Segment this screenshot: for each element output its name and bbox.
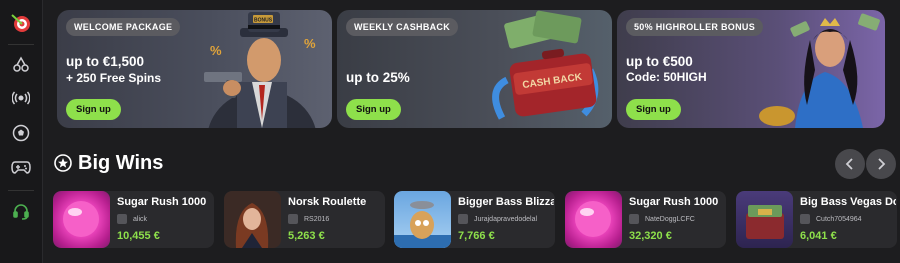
sign-up-button[interactable]: Sign up xyxy=(626,99,681,120)
win-amount: 6,041 € xyxy=(800,230,837,242)
promo-subline: Code: 50HIGH xyxy=(626,70,707,84)
queen-character-illustration xyxy=(759,13,880,128)
big-wins-header: Big Wins xyxy=(54,150,163,176)
game-title: Norsk Roulette xyxy=(288,196,367,208)
section-title: Big Wins xyxy=(78,151,164,174)
winner-name: RS2016 xyxy=(304,215,330,223)
sign-up-button[interactable]: Sign up xyxy=(346,99,401,120)
promo-tag: WELCOME PACKAGE xyxy=(66,18,181,36)
big-win-card[interactable]: Norsk Roulette RS2016 5,263 € xyxy=(224,191,385,248)
winner-row: alick xyxy=(117,213,213,225)
game-title: Sugar Rush 1000 xyxy=(117,196,207,208)
winner-row: RS2016 xyxy=(288,213,384,225)
winner-name: Jurajdapravedodelal xyxy=(474,215,538,223)
big-win-card[interactable]: Sugar Rush 1000 NateDoggLCFC 32,320 € xyxy=(565,191,726,248)
game-thumbnail xyxy=(53,191,110,248)
headset-icon[interactable] xyxy=(9,199,33,223)
game-thumbnail xyxy=(394,191,451,248)
user-icon xyxy=(629,214,639,224)
winner-row: Jurajdapravedodelal xyxy=(458,213,554,225)
user-icon xyxy=(458,214,468,224)
promo-card-welcome[interactable]: WELCOME PACKAGE up to €1,500 + 250 Free … xyxy=(57,10,332,128)
winner-name: NateDoggLCFC xyxy=(645,215,695,223)
promo-card-highroller[interactable]: 50% HIGHROLLER BONUS up to €500 Code: 50… xyxy=(617,10,885,128)
chevron-right-icon xyxy=(878,158,886,170)
sign-up-button[interactable]: Sign up xyxy=(66,99,121,120)
carousel-prev-button[interactable] xyxy=(835,149,865,179)
game-thumbnail xyxy=(224,191,281,248)
gangster-character-illustration: BONUS % % xyxy=(204,12,316,128)
dart-target-icon[interactable] xyxy=(9,11,33,35)
broadcast-icon[interactable] xyxy=(9,86,33,110)
sidebar-divider xyxy=(8,190,34,191)
win-amount: 10,455 € xyxy=(117,230,160,242)
win-amount: 32,320 € xyxy=(629,230,672,242)
big-win-card[interactable]: Big Bass Vegas Do Cutch7054964 6,041 € xyxy=(736,191,897,248)
big-win-card[interactable]: Bigger Bass Blizza Jurajdapravedodelal 7… xyxy=(394,191,555,248)
promo-subline: + 250 Free Spins xyxy=(66,71,162,85)
game-title: Bigger Bass Blizza xyxy=(458,196,554,208)
user-icon xyxy=(117,214,127,224)
promo-card-cashback[interactable]: WEEKLY CASHBACK up to 25% Sign up CASH B… xyxy=(337,10,612,128)
winner-row: Cutch7054964 xyxy=(800,213,896,225)
svg-text:BONUS: BONUS xyxy=(254,18,273,24)
sidebar xyxy=(0,0,43,263)
game-title: Big Bass Vegas Do xyxy=(800,196,896,208)
promo-headline: up to 25% xyxy=(346,70,410,85)
carousel-next-button[interactable] xyxy=(866,149,896,179)
winner-name: alick xyxy=(133,215,148,223)
soccer-ball-icon[interactable] xyxy=(9,121,33,145)
star-badge-icon xyxy=(54,154,72,172)
promo-headline: up to €500 xyxy=(626,54,693,69)
svg-text:%: % xyxy=(210,43,222,58)
winner-name: Cutch7054964 xyxy=(816,215,862,223)
promo-headline: up to €1,500 xyxy=(66,54,145,69)
user-icon xyxy=(288,214,298,224)
win-amount: 7,766 € xyxy=(458,230,495,242)
big-win-card[interactable]: Sugar Rush 1000 alick 10,455 € xyxy=(53,191,214,248)
svg-text:%: % xyxy=(304,36,316,51)
game-title: Sugar Rush 1000 xyxy=(629,196,719,208)
cashback-suitcase-illustration: CASH BACK xyxy=(492,10,599,120)
sidebar-divider xyxy=(8,44,34,45)
win-amount: 5,263 € xyxy=(288,230,325,242)
promo-tag: 50% HIGHROLLER BONUS xyxy=(626,18,764,36)
gamepad-icon[interactable] xyxy=(9,155,33,179)
promo-tag: WEEKLY CASHBACK xyxy=(346,18,459,36)
user-icon xyxy=(800,214,810,224)
chevron-left-icon xyxy=(845,158,853,170)
winner-row: NateDoggLCFC xyxy=(629,213,725,225)
game-thumbnail xyxy=(565,191,622,248)
cherries-icon[interactable] xyxy=(9,52,33,76)
game-thumbnail xyxy=(736,191,793,248)
